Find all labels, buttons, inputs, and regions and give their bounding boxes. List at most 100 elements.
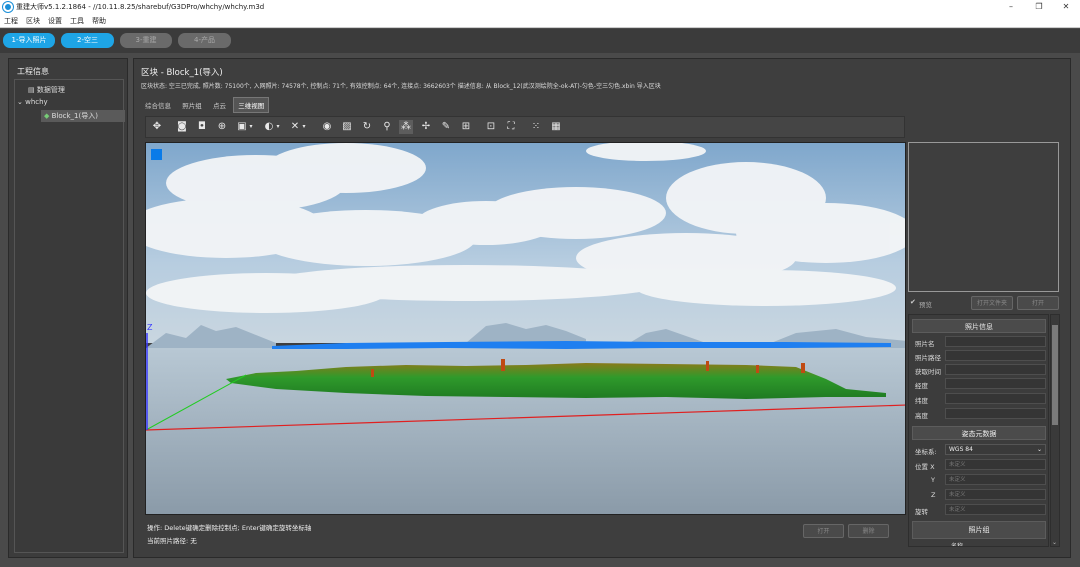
coord-system-value: WGS 84 xyxy=(949,446,973,453)
delete-button[interactable]: 删除 xyxy=(848,524,889,538)
step-import-photos[interactable]: 1-导入照片 xyxy=(3,33,55,48)
longitude-field[interactable] xyxy=(945,378,1046,389)
close-button[interactable]: ✕ xyxy=(1053,0,1079,14)
menu-settings[interactable]: 设置 xyxy=(44,14,66,28)
workflow-steps: 1-导入照片 2-空三 3-重建 4-产品 xyxy=(0,29,1080,53)
photo-path-field[interactable] xyxy=(945,350,1046,361)
position-y-label: Y xyxy=(931,476,935,484)
z-axis-label: Z xyxy=(147,323,153,332)
position-z-label: Z xyxy=(931,491,936,499)
image-icon[interactable]: ▨ xyxy=(340,120,354,134)
position-x-field[interactable]: 未定义 xyxy=(945,459,1046,470)
altitude-field[interactable] xyxy=(945,408,1046,419)
preview-open-button[interactable]: 打开 xyxy=(1017,296,1059,310)
tab-photo-groups[interactable]: 照片组 xyxy=(178,98,206,112)
chevron-down-icon[interactable]: ▾ xyxy=(247,120,255,134)
tree-label: 数据管理 xyxy=(36,86,65,94)
pose-metadata-header[interactable]: 姿态元数据 xyxy=(912,426,1046,440)
position-x-label: 位置 X xyxy=(915,463,935,471)
camera-add-icon[interactable]: ◙ xyxy=(175,120,189,134)
control-point-icon[interactable]: ⊕ xyxy=(215,120,229,134)
brush-icon[interactable]: ✎ xyxy=(439,120,453,134)
photo-group-name-label: 名称 xyxy=(951,543,964,547)
point-cloud-icon[interactable]: ⁂ xyxy=(399,120,413,134)
chevron-down-icon[interactable]: ▾ xyxy=(300,120,308,134)
tab-3d-view[interactable]: 三维视图 xyxy=(233,97,270,113)
tree-item-data-manager[interactable]: ▤ 数据管理 xyxy=(28,85,65,95)
tree-label: whchy xyxy=(25,98,48,106)
photo-icon[interactable]: ▦ xyxy=(549,120,563,134)
view-tabs: 综合信息 照片组 点云 三维视图 xyxy=(141,97,270,113)
menu-help[interactable]: 帮助 xyxy=(88,14,110,28)
tab-overview[interactable]: 综合信息 xyxy=(141,98,175,112)
app-logo-icon xyxy=(3,2,13,12)
coord-system-select[interactable]: WGS 84 ⌄ xyxy=(945,444,1046,455)
field-label-capture-time: 获取时间 xyxy=(915,368,941,376)
preview-checkbox[interactable]: ✔ xyxy=(910,298,916,306)
navigate-icon[interactable]: ✥ xyxy=(150,120,164,134)
minimize-button[interactable]: – xyxy=(998,0,1024,14)
preview-controls: ✔ 预览 打开文件夹 打开 xyxy=(908,296,1060,310)
3d-toolbar: ✥ ◙ ◘ ⊕ ▣ ▾ ◐ ▾ ✕ ▾ ◉ ▨ ↻ ⚲ ⁂ ✢ ✎ ⊞ ⊡ ⛶ … xyxy=(145,116,905,138)
menu-project[interactable]: 工程 xyxy=(0,14,22,28)
database-icon: ▤ xyxy=(28,86,35,94)
status-footer: 操作: Delete键确定删除控制点; Enter键确定旋转坐标轴 当前照片路径… xyxy=(145,518,906,548)
tree-label: Block_1(导入) xyxy=(51,112,98,120)
rotate-icon[interactable]: ↻ xyxy=(360,120,374,134)
block-status: 区块状态: 空三已完成, 照片数: 75100个, 入网照片: 74578个, … xyxy=(141,83,661,90)
step-reconstruction[interactable]: 3-重建 xyxy=(120,33,172,48)
menu-block[interactable]: 区块 xyxy=(22,14,44,28)
rotation-field[interactable]: 未定义 xyxy=(945,504,1046,515)
scene-render[interactable] xyxy=(146,143,906,515)
sidebar-title: 工程信息 xyxy=(17,67,49,76)
open-button[interactable]: 打开 xyxy=(803,524,844,538)
photo-info-header[interactable]: 照片信息 xyxy=(912,319,1046,333)
pan-icon[interactable]: ✢ xyxy=(419,120,433,134)
restore-button[interactable]: ❐ xyxy=(1026,0,1052,14)
tree-item-block[interactable]: ◆ Block_1(导入) xyxy=(41,110,125,122)
photo-preview xyxy=(908,142,1059,292)
position-y-field[interactable]: 未定义 xyxy=(945,474,1046,485)
box-select-icon[interactable]: ⊡ xyxy=(484,120,498,134)
step-aerotriangulation[interactable]: 2-空三 xyxy=(61,33,114,48)
location-pin-icon[interactable]: ⚲ xyxy=(380,120,394,134)
scroll-down-icon[interactable]: ⌄ xyxy=(1052,539,1057,546)
menu-tools[interactable]: 工具 xyxy=(66,14,88,28)
chevron-down-icon[interactable]: ▾ xyxy=(274,120,282,134)
current-photo-path: 当前照片路径: 无 xyxy=(147,537,197,545)
camera-icon[interactable]: ◉ xyxy=(320,120,334,134)
project-tree: ▤ 数据管理 ⌄ whchy ◆ Block_1(导入) xyxy=(14,79,125,553)
photo-group-header[interactable]: 照片组 xyxy=(912,521,1046,539)
ruler-icon[interactable]: ⊞ xyxy=(459,120,473,134)
block-icon: ◆ xyxy=(44,112,50,120)
chevron-down-icon[interactable]: ⌄ xyxy=(17,98,23,106)
latitude-field[interactable] xyxy=(945,393,1046,404)
coord-system-label: 坐标系: xyxy=(915,448,937,456)
operation-hint: 操作: Delete键确定删除控制点; Enter键确定旋转坐标轴 xyxy=(147,524,312,532)
camera-remove-icon[interactable]: ◘ xyxy=(195,120,209,134)
field-label-longitude: 经度 xyxy=(915,382,928,390)
tab-point-cloud[interactable]: 点云 xyxy=(209,98,230,112)
3d-viewport[interactable]: Z xyxy=(145,142,906,515)
position-z-field[interactable]: 未定义 xyxy=(945,489,1046,500)
title-bar: 重建大师v5.1.2.1864 - //10.11.8.25/sharebuf/… xyxy=(0,0,1080,14)
scatter-icon[interactable]: ⁙ xyxy=(529,120,543,134)
capture-time-field[interactable] xyxy=(945,364,1046,375)
menu-bar: 工程 区块 设置 工具 帮助 xyxy=(0,14,1080,28)
project-sidebar: 工程信息 ▤ 数据管理 ⌄ whchy ◆ Block_1(导入) xyxy=(8,58,128,558)
field-label-photo-name: 照片名 xyxy=(915,340,935,348)
chevron-down-icon: ⌄ xyxy=(1036,446,1042,453)
field-label-latitude: 纬度 xyxy=(915,397,928,405)
photo-name-field[interactable] xyxy=(945,336,1046,347)
tree-item-project[interactable]: ⌄ whchy xyxy=(17,98,48,106)
field-label-photo-path: 照片路径 xyxy=(915,354,941,362)
window-title: 重建大师v5.1.2.1864 - //10.11.8.25/sharebuf/… xyxy=(16,3,265,11)
open-folder-button[interactable]: 打开文件夹 xyxy=(971,296,1013,310)
photo-properties-panel: 照片信息 照片名 照片路径 获取时间 经度 纬度 高度 姿态元数据 坐标系: W… xyxy=(908,314,1049,547)
scrollbar-thumb[interactable] xyxy=(1052,325,1058,425)
zoom-extent-icon[interactable]: ⛶ xyxy=(504,120,518,134)
properties-scrollbar[interactable]: ⌄ xyxy=(1050,314,1060,547)
step-products[interactable]: 4-产品 xyxy=(178,33,231,48)
field-label-altitude: 高度 xyxy=(915,412,928,420)
rotation-label: 旋转 xyxy=(915,508,928,516)
